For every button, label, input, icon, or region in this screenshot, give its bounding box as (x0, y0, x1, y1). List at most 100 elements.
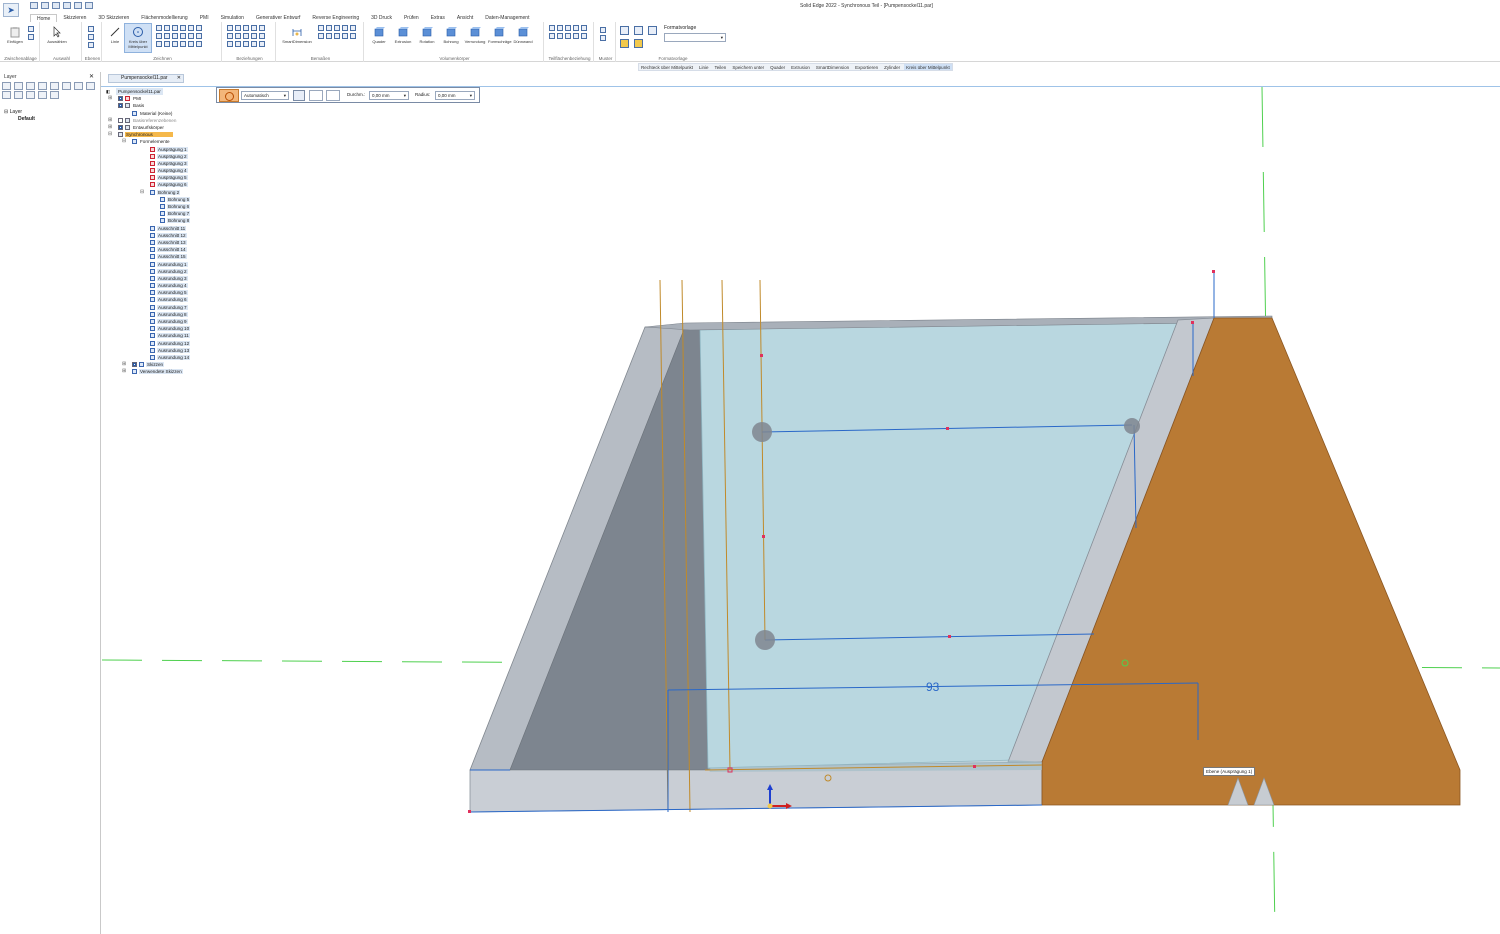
pathfinder-item[interactable]: Ausrundung 4 (104, 282, 214, 289)
pathfinder-item[interactable]: Bohrung 8 (104, 217, 214, 224)
arc-icon[interactable] (164, 25, 170, 31)
mirror-icon[interactable] (196, 25, 202, 31)
fillet-icon[interactable] (180, 25, 186, 31)
chamfer-icon[interactable] (188, 41, 194, 47)
pathfinder-item[interactable]: ⊞ Entwurfskörper (104, 124, 214, 131)
chain-icon[interactable] (342, 25, 348, 31)
pathfinder-item[interactable]: Ausprägung 3 (104, 160, 214, 167)
collinear-icon[interactable] (259, 33, 265, 39)
layer-tool-icon[interactable] (50, 91, 59, 99)
copy-icon[interactable] (28, 34, 34, 40)
annotation-icon[interactable] (350, 33, 356, 39)
undo-icon[interactable] (74, 2, 82, 9)
pathfinder-item[interactable]: ⊞ Basisreferenzebenen (104, 117, 214, 124)
angle-icon[interactable] (251, 41, 257, 47)
face-rigid-icon[interactable] (565, 33, 571, 39)
pathfinder-item[interactable]: ⊟ Bohrung 2 (104, 189, 214, 196)
pathfinder-item[interactable]: ⊞ PMI (104, 95, 214, 102)
rotate-icon[interactable] (188, 33, 194, 39)
checkbox-checked-icon[interactable] (132, 362, 137, 368)
pathfinder-item[interactable]: Ausrundung 10 (104, 325, 214, 332)
pathfinder-item[interactable]: Ausrundung 9 (104, 318, 214, 325)
print-icon[interactable] (63, 2, 71, 9)
pathfinder-item[interactable]: Ausrundung 13 (104, 347, 214, 354)
relation-icon[interactable] (259, 41, 265, 47)
pathfinder-item[interactable]: Ausschnitt 12 (104, 232, 214, 239)
smartdimension-button[interactable]: SmartDimension (280, 24, 314, 44)
application-button[interactable]: ➤ (3, 3, 19, 17)
pathfinder-item[interactable]: Ausprägung 2 (104, 153, 214, 160)
hole-button[interactable]: Bohrung (440, 24, 462, 44)
face-equal-icon[interactable] (581, 33, 587, 39)
layer-tree-root[interactable]: ⊟ Layer (4, 109, 35, 116)
face-tangent-icon[interactable] (581, 25, 587, 31)
layer-tool-icon[interactable] (26, 82, 35, 90)
checkbox-checked-icon[interactable] (118, 124, 123, 130)
circle-button[interactable]: Kreis über Mittelpunkt (124, 23, 152, 53)
pathfinder-item[interactable]: ⊟ Formelemente (104, 138, 214, 145)
close-icon[interactable]: ✕ (89, 73, 94, 80)
part-color-icon[interactable] (634, 39, 643, 48)
mode-select[interactable]: Automatisch ▾ (241, 91, 289, 100)
parallel-icon[interactable] (227, 41, 233, 47)
concentric-icon[interactable] (243, 25, 249, 31)
pathfinder-item[interactable]: Ausrundung 14 (104, 354, 214, 361)
close-icon[interactable]: ✕ (177, 75, 181, 82)
relation-handle-icon[interactable] (259, 25, 265, 31)
face-perpendicular-icon[interactable] (565, 25, 571, 31)
connect-icon[interactable] (227, 25, 233, 31)
pathfinder-item[interactable]: Material (Keine) (104, 110, 214, 117)
angle-dim-icon[interactable] (326, 25, 332, 31)
checkbox-icon[interactable] (118, 117, 123, 123)
pathfinder-item[interactable]: Ausrundung 2 (104, 268, 214, 275)
pathfinder-item[interactable]: Bohrung 6 (104, 203, 214, 210)
coplanar-icon[interactable] (549, 25, 555, 31)
round-button[interactable]: Verrundung (464, 24, 486, 44)
plane-icon[interactable] (88, 42, 94, 48)
project-icon[interactable] (172, 41, 178, 47)
layer-tool-icon[interactable] (38, 91, 47, 99)
layer-tool-icon[interactable] (50, 82, 59, 90)
rigid-icon[interactable] (243, 41, 249, 47)
offset-icon[interactable] (164, 33, 170, 39)
layer-tool-icon[interactable] (38, 82, 47, 90)
pathfinder-item[interactable]: Ausschnitt 13 (104, 239, 214, 246)
layer-tool-icon[interactable] (26, 91, 35, 99)
face-parallel-icon[interactable] (557, 25, 563, 31)
plane-icon[interactable] (88, 26, 94, 32)
expand-icon[interactable]: ⊞ (108, 95, 112, 102)
layer-tool-icon[interactable] (62, 82, 71, 90)
pathfinder-item[interactable]: Ausprägung 4 (104, 167, 214, 174)
diameter-icon[interactable] (326, 33, 332, 39)
coordinate-icon[interactable] (334, 25, 340, 31)
open-icon[interactable] (41, 2, 49, 9)
rect-pattern-icon[interactable] (600, 27, 606, 33)
face-style-icon[interactable] (620, 39, 629, 48)
pathfinder-item[interactable]: Ausrundung 12 (104, 340, 214, 347)
command-bar-item[interactable]: Quader (768, 64, 787, 70)
circle-icon[interactable] (219, 89, 239, 102)
perpendicular-icon[interactable] (243, 33, 249, 39)
lineweight-icon[interactable] (326, 90, 340, 101)
command-bar-item[interactable]: Linie (697, 64, 711, 70)
layer-tool-icon[interactable] (74, 82, 83, 90)
checkbox-checked-icon[interactable] (118, 103, 123, 109)
select-button[interactable]: Auswählen (46, 24, 68, 44)
save-icon[interactable] (52, 2, 60, 9)
curve-icon[interactable] (156, 33, 162, 39)
checkbox-checked-icon[interactable] (118, 96, 123, 102)
command-bar-item[interactable]: SmartDimension (814, 64, 851, 70)
include-icon[interactable] (180, 41, 186, 47)
collapse-icon[interactable]: ⊟ (122, 138, 126, 145)
dimension-value[interactable]: 93 (926, 680, 940, 694)
view-cube-icon[interactable] (648, 26, 657, 35)
view-cube-icon[interactable] (634, 26, 643, 35)
radial-icon[interactable] (318, 33, 324, 39)
expand-icon[interactable]: ⊞ (108, 117, 112, 124)
pathfinder-item[interactable]: Bohrung 7 (104, 210, 214, 217)
line-button[interactable]: Linie (104, 24, 126, 44)
polygon-icon[interactable] (172, 25, 178, 31)
face-symmetric-icon[interactable] (557, 33, 563, 39)
expand-icon[interactable]: ⊞ (108, 124, 112, 131)
hole-marker[interactable] (752, 422, 772, 442)
